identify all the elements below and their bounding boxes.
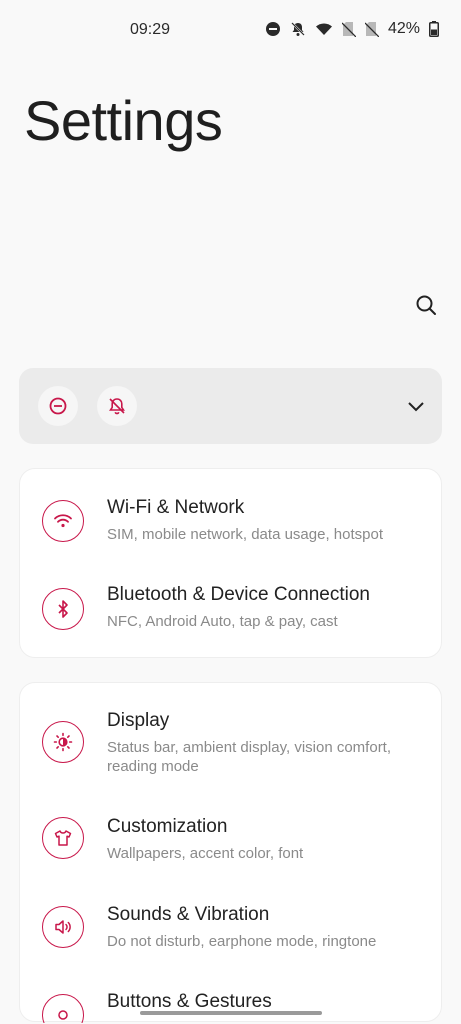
settings-item-wifi-network[interactable]: Wi-Fi & Network SIM, mobile network, dat…: [20, 469, 443, 564]
quick-settings-bar[interactable]: [19, 368, 442, 444]
settings-item-buttons-gestures[interactable]: Buttons & Gestures: [20, 971, 443, 1023]
navigation-handle[interactable]: [140, 1011, 322, 1015]
settings-item-subtitle: Wallpapers, accent color, font: [107, 845, 304, 862]
settings-item-subtitle: Do not disturb, earphone mode, ringtone: [107, 933, 377, 950]
do-not-disturb-icon: [49, 397, 67, 415]
battery-level: 42%: [387, 20, 420, 37]
settings-item-subtitle: NFC, Android Auto, tap & pay, cast: [107, 613, 338, 630]
bluetooth-icon: [42, 588, 84, 630]
brightness-icon: [42, 721, 84, 763]
battery-icon: [429, 21, 439, 37]
chevron-down-icon: [408, 402, 424, 412]
settings-item-sounds-vibration[interactable]: Sounds & Vibration Do not disturb, earph…: [20, 883, 443, 971]
status-bar: 09:29 42%: [0, 0, 461, 60]
settings-group-personalization: Display Status bar, ambient display, vis…: [19, 682, 443, 1023]
gesture-icon: [42, 994, 84, 1023]
settings-item-customization[interactable]: Customization Wallpapers, accent color, …: [20, 793, 443, 883]
silent-mode-chip[interactable]: [97, 386, 137, 426]
settings-item-subtitle: SIM, mobile network, data usage, hotspot: [107, 526, 383, 543]
settings-item-title: Sounds & Vibration: [107, 904, 270, 925]
settings-item-title: Wi-Fi & Network: [107, 497, 245, 518]
page-title: Settings: [24, 89, 223, 152]
bell-off-icon: [109, 398, 125, 415]
tshirt-icon: [42, 817, 84, 859]
speaker-icon: [42, 906, 84, 948]
status-time: 09:29: [130, 21, 171, 38]
settings-item-bluetooth[interactable]: Bluetooth & Device Connection NFC, Andro…: [20, 564, 443, 659]
no-sim-icon: [364, 21, 379, 37]
no-sim-icon: [341, 21, 356, 37]
settings-item-title: Display: [107, 710, 170, 731]
settings-item-title: Bluetooth & Device Connection: [107, 584, 370, 605]
search-icon: [416, 295, 436, 315]
wifi-icon: [315, 21, 333, 37]
settings-item-display[interactable]: Display Status bar, ambient display, vis…: [20, 683, 443, 793]
status-icons: 42%: [265, 20, 439, 38]
settings-item-title: Customization: [107, 816, 228, 837]
do-not-disturb-chip[interactable]: [38, 386, 78, 426]
settings-group-connectivity: Wi-Fi & Network SIM, mobile network, dat…: [19, 468, 442, 658]
settings-item-title: Buttons & Gestures: [107, 991, 272, 1012]
do-not-disturb-icon: [265, 21, 281, 37]
expand-button[interactable]: [404, 394, 428, 418]
search-button[interactable]: [410, 289, 442, 321]
wifi-icon: [42, 500, 84, 542]
settings-item-subtitle: Status bar, ambient display, vision comf…: [107, 739, 392, 775]
bell-off-icon: [290, 21, 306, 37]
